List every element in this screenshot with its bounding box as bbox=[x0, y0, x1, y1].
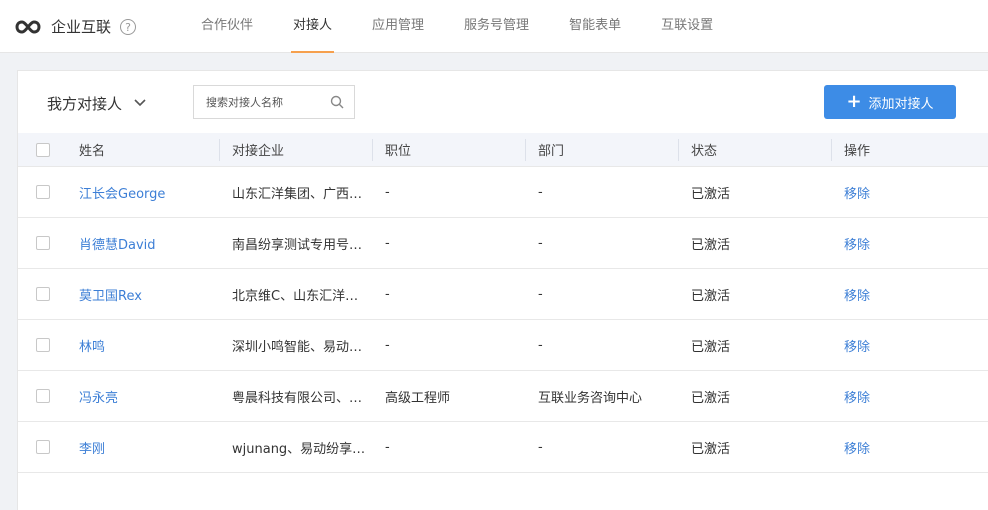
main-nav: 合作伙伴 对接人 应用管理 服务号管理 智能表单 互联设置 bbox=[181, 0, 733, 53]
column-divider bbox=[678, 139, 679, 161]
chevron-down-icon bbox=[134, 99, 146, 107]
scope-dropdown-label: 我方对接人 bbox=[47, 94, 123, 113]
remove-link[interactable]: 移除 bbox=[844, 422, 944, 472]
status-cell: 已激活 bbox=[691, 441, 731, 457]
header-status: 状态 bbox=[691, 144, 718, 159]
search-box bbox=[193, 85, 355, 119]
top-header: 企业互联 ? 合作伙伴 对接人 应用管理 服务号管理 智能表单 互联设置 bbox=[0, 0, 988, 53]
column-divider bbox=[831, 139, 832, 161]
contacts-table: 姓名 对接企业 职位 部门 状态 操作 江长会George 山东汇洋集团、广西… -… bbox=[18, 133, 988, 473]
status-cell: 已激活 bbox=[691, 237, 731, 253]
contacts-panel: 我方对接人 + 添加对接人 姓名 对接企业 职位 部门 bbox=[17, 70, 988, 510]
header-action: 操作 bbox=[844, 144, 871, 159]
table-row: 肖德慧David 南昌纷享测试专用号… - - 已激活 移除 bbox=[18, 218, 988, 269]
row-checkbox[interactable] bbox=[36, 287, 50, 301]
panel-toolbar: 我方对接人 + 添加对接人 bbox=[18, 71, 988, 133]
position-cell: - bbox=[385, 184, 390, 200]
position-cell: - bbox=[385, 439, 390, 455]
search-input[interactable] bbox=[194, 86, 334, 118]
dept-cell: - bbox=[538, 184, 543, 200]
status-cell: 已激活 bbox=[691, 186, 731, 202]
company-cell: 山东汇洋集团、广西… bbox=[232, 186, 363, 202]
column-divider bbox=[219, 139, 220, 161]
dept-cell: - bbox=[538, 286, 543, 302]
nav-tab[interactable]: 合作伙伴 bbox=[181, 0, 273, 53]
header-position: 职位 bbox=[385, 144, 412, 159]
contact-name-link[interactable]: 林鸣 bbox=[79, 320, 219, 370]
position-cell: - bbox=[385, 337, 390, 353]
nav-tab[interactable]: 对接人 bbox=[273, 0, 352, 53]
dept-cell: - bbox=[538, 337, 543, 353]
nav-tab[interactable]: 应用管理 bbox=[352, 0, 444, 53]
remove-link[interactable]: 移除 bbox=[844, 320, 944, 370]
table-row: 江长会George 山东汇洋集团、广西… - - 已激活 移除 bbox=[18, 167, 988, 218]
dept-cell: - bbox=[538, 439, 543, 455]
table-row: 冯永亮 粤晨科技有限公司、… 高级工程师 互联业务咨询中心 已激活 移除 bbox=[18, 371, 988, 422]
table-row: 林鸣 深圳小鸣智能、易动… - - 已激活 移除 bbox=[18, 320, 988, 371]
remove-link[interactable]: 移除 bbox=[844, 218, 944, 268]
contact-name-link[interactable]: 江长会George bbox=[79, 167, 219, 217]
select-all-checkbox[interactable] bbox=[36, 143, 50, 157]
status-cell: 已激活 bbox=[691, 390, 731, 406]
table-header: 姓名 对接企业 职位 部门 状态 操作 bbox=[18, 133, 988, 167]
search-icon[interactable] bbox=[330, 95, 344, 109]
add-contact-button[interactable]: + 添加对接人 bbox=[824, 85, 956, 119]
contact-name-link[interactable]: 肖德慧David bbox=[79, 218, 219, 268]
row-checkbox[interactable] bbox=[36, 338, 50, 352]
company-cell: 北京维C、山东汇洋… bbox=[232, 288, 359, 304]
remove-link[interactable]: 移除 bbox=[844, 269, 944, 319]
contact-name-link[interactable]: 冯永亮 bbox=[79, 371, 219, 421]
company-cell: wjunang、易动纷享… bbox=[232, 441, 366, 457]
nav-tab[interactable]: 服务号管理 bbox=[444, 0, 549, 53]
dept-cell: - bbox=[538, 235, 543, 251]
header-company: 对接企业 bbox=[232, 144, 285, 159]
row-checkbox[interactable] bbox=[36, 389, 50, 403]
remove-link[interactable]: 移除 bbox=[844, 371, 944, 421]
contact-name-link[interactable]: 李刚 bbox=[79, 422, 219, 472]
position-cell: - bbox=[385, 235, 390, 251]
plus-icon: + bbox=[846, 91, 862, 112]
status-cell: 已激活 bbox=[691, 288, 731, 304]
add-contact-button-label: 添加对接人 bbox=[868, 96, 934, 112]
nav-tab[interactable]: 智能表单 bbox=[549, 0, 641, 53]
position-cell: - bbox=[385, 286, 390, 302]
infinity-logo-icon bbox=[15, 19, 41, 34]
header-dept: 部门 bbox=[538, 144, 565, 159]
company-cell: 南昌纷享测试专用号… bbox=[232, 237, 363, 253]
help-icon[interactable]: ? bbox=[120, 18, 137, 35]
dept-cell: 互联业务咨询中心 bbox=[538, 390, 643, 406]
app-title: 企业互联 bbox=[51, 18, 112, 36]
company-cell: 粤晨科技有限公司、… bbox=[232, 390, 363, 406]
row-checkbox[interactable] bbox=[36, 440, 50, 454]
brand: 企业互联 ? bbox=[15, 0, 137, 53]
remove-link[interactable]: 移除 bbox=[844, 167, 944, 217]
table-row: 莫卫国Rex 北京维C、山东汇洋… - - 已激活 移除 bbox=[18, 269, 988, 320]
header-name: 姓名 bbox=[79, 144, 106, 159]
row-checkbox[interactable] bbox=[36, 185, 50, 199]
table-row: 李刚 wjunang、易动纷享… - - 已激活 移除 bbox=[18, 422, 988, 473]
status-cell: 已激活 bbox=[691, 339, 731, 355]
nav-tab[interactable]: 互联设置 bbox=[641, 0, 733, 53]
scope-dropdown[interactable]: 我方对接人 bbox=[47, 91, 146, 115]
row-checkbox[interactable] bbox=[36, 236, 50, 250]
column-divider bbox=[372, 139, 373, 161]
column-divider bbox=[525, 139, 526, 161]
position-cell: 高级工程师 bbox=[385, 390, 451, 406]
company-cell: 深圳小鸣智能、易动… bbox=[232, 339, 363, 355]
contact-name-link[interactable]: 莫卫国Rex bbox=[79, 269, 219, 319]
table-body: 江长会George 山东汇洋集团、广西… - - 已激活 移除 肖德慧David 南昌纷享测试… bbox=[18, 167, 988, 473]
